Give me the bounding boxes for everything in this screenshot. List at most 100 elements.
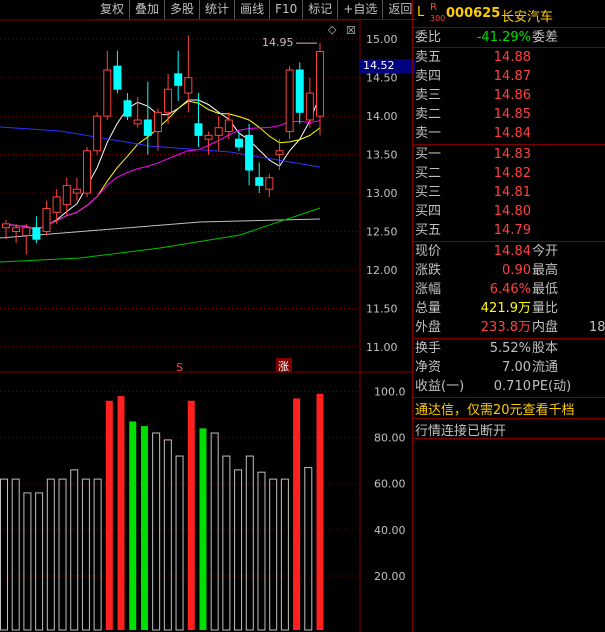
row-label: 收益(一) <box>415 379 465 394</box>
toolbar-button-5[interactable]: F10 <box>269 0 302 19</box>
volume-tick-label: 40.00 <box>374 524 406 537</box>
row-label: 卖二 <box>415 107 442 122</box>
row-value: 0.710 <box>493 379 531 394</box>
row-label: 涨幅 <box>415 282 442 297</box>
row-label: 买二 <box>415 166 442 181</box>
close-icon: ☒ <box>346 24 356 37</box>
row-label: 换手 <box>415 341 442 356</box>
kline-chart[interactable]: 15.00 14.50 14.00 13.50 13.00 12.50 12.00 11.50… <box>0 0 412 632</box>
volume-tick-label: 20.00 <box>374 570 406 583</box>
volume-bar <box>105 400 113 630</box>
sell-row: 卖一 14.84 <box>413 124 605 143</box>
buy-row: 买五 14.79 <box>413 221 605 240</box>
candle-body <box>72 188 81 194</box>
toolbar-button-0[interactable]: 复权 <box>95 0 129 19</box>
candle-body <box>234 138 243 148</box>
sell-row: 卖二 14.85 <box>413 105 605 124</box>
row-value: 14.88 <box>493 50 531 65</box>
volume-bar <box>117 396 125 630</box>
ma60-line <box>0 126 321 168</box>
price-tick-label: 13.00 <box>366 187 398 200</box>
toolbar-button-3[interactable]: 统计 <box>199 0 234 19</box>
candle-body <box>184 77 193 94</box>
volume-bar <box>257 471 266 631</box>
toolbar-button-6[interactable]: 标记 <box>302 0 337 19</box>
row-label-2: 流通 <box>532 360 559 375</box>
toolbar-button-4[interactable]: 画线 <box>234 0 269 19</box>
row-value: 14.83 <box>493 147 531 162</box>
row-value: 6.46% <box>489 282 531 297</box>
stock-code[interactable]: 000625 <box>446 6 500 21</box>
candle-body <box>255 177 264 186</box>
row-label: 买五 <box>415 223 442 238</box>
r-number: 300 <box>430 14 446 23</box>
row-value: 14.85 <box>493 107 531 122</box>
sell-row: 卖三 14.86 <box>413 86 605 105</box>
webi-row: 委比 -41.29% 委差 <box>415 30 559 45</box>
row-label: 涨跌 <box>415 263 442 278</box>
candle-body <box>113 65 122 90</box>
signal-s-marker: S <box>176 361 183 374</box>
price-tick-label: 14.50 <box>366 72 398 85</box>
candle-body <box>174 73 183 86</box>
row-value: 5.52% <box>489 341 531 356</box>
row-label: 现价 <box>415 244 442 259</box>
row-label-2: 内盘 <box>532 320 559 335</box>
volume-bar <box>187 400 195 630</box>
row-value: 0.90 <box>502 263 531 278</box>
row-label: 买四 <box>415 204 442 219</box>
stat2-row: 收益(一) 0.710 PE(动) <box>413 377 605 396</box>
price-tick-label: 12.00 <box>366 264 398 277</box>
row-value-2: 18 <box>589 320 605 335</box>
toolbar-button-7[interactable]: +自选 <box>337 0 382 19</box>
volume-tick-label: 60.00 <box>374 478 406 491</box>
volume-bar <box>199 428 207 630</box>
candle-body <box>295 69 304 113</box>
stat-row: 外盘 233.8万 内盘 18 <box>413 318 605 337</box>
stock-name[interactable]: 长安汽车 <box>501 6 553 25</box>
row-value: 14.87 <box>493 69 531 84</box>
row-label-2: 量比 <box>532 301 559 316</box>
current-price-tag: 14.52 <box>359 59 415 73</box>
volume-bar <box>234 469 243 631</box>
row-value: 14.84 <box>493 244 531 259</box>
volume-tick-label: 80.00 <box>374 432 406 445</box>
volume-bar <box>11 478 20 631</box>
candle-body <box>62 184 71 206</box>
candle-body <box>83 150 92 194</box>
candle-body <box>52 196 61 213</box>
candle-body <box>42 207 51 233</box>
volume-bar <box>316 393 324 630</box>
candle-body <box>164 88 173 113</box>
candle-body <box>224 119 233 133</box>
buy-row: 买二 14.82 <box>413 164 605 183</box>
row-value: 14.82 <box>493 166 531 181</box>
row-value: 14.81 <box>493 185 531 200</box>
candle-body <box>275 150 284 156</box>
r-badge: R <box>430 2 437 13</box>
sell-row: 卖五 14.88 <box>413 48 605 67</box>
candle-body <box>32 227 41 240</box>
toolbar-button-2[interactable]: 多股 <box>164 0 199 19</box>
volume-bar <box>70 469 79 631</box>
toolbar-button-1[interactable]: 叠加 <box>129 0 164 19</box>
stat-row: 现价 14.84 今开 <box>413 242 605 261</box>
ma20-line <box>5 120 321 231</box>
volume-bar <box>293 398 301 630</box>
stock-header: L R 300 000625 长安汽车 <box>413 2 605 26</box>
volume-bar <box>152 432 161 631</box>
sell-row: 卖四 14.87 <box>413 67 605 86</box>
volume-bar <box>0 478 8 631</box>
volume-bar <box>175 455 184 631</box>
row-value: 421.9万 <box>480 301 531 316</box>
connection-status: 行情连接已断开 <box>415 424 507 439</box>
promo-banner[interactable]: 通达信，仅需20元查看千档 <box>415 399 575 418</box>
buy-row: 买一 14.83 <box>413 145 605 164</box>
zhang-marker: 涨 <box>278 360 289 373</box>
row-value: 14.86 <box>493 88 531 103</box>
candle-body <box>123 100 132 117</box>
candle-body <box>194 123 203 136</box>
collapse-icon: ◇ <box>328 23 337 36</box>
candle-body <box>12 227 21 233</box>
price-tick-label: 11.00 <box>366 341 398 354</box>
